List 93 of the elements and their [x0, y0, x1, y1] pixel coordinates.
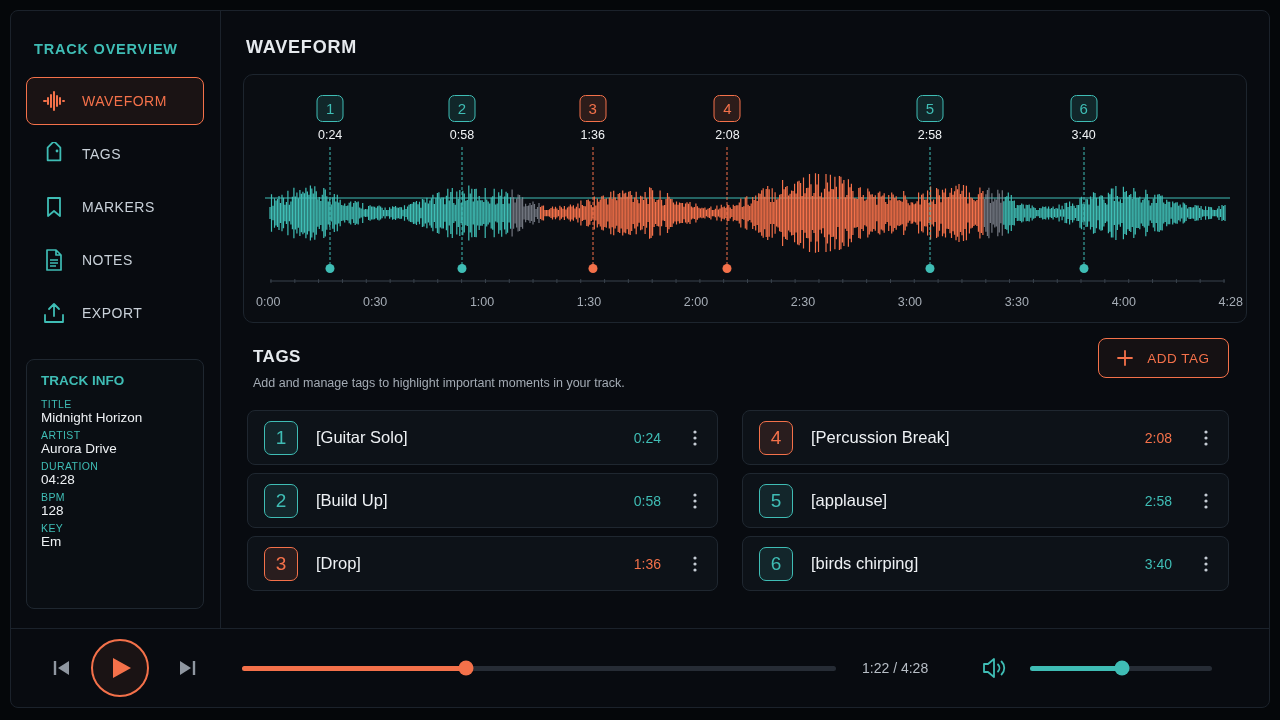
tag-label: [applause]: [811, 491, 888, 510]
marker-dot[interactable]: [925, 264, 935, 273]
play-button[interactable]: [91, 639, 149, 697]
axis-label: 3:00: [897, 295, 923, 309]
field-value: 128: [41, 503, 65, 518]
slider-thumb[interactable]: [458, 660, 474, 676]
tag-time: 3:40: [1144, 555, 1172, 572]
field-label: BPM: [41, 491, 66, 503]
axis-label: 2:00: [683, 295, 709, 309]
plus-icon: [1117, 350, 1134, 366]
previous-button[interactable]: [53, 659, 71, 677]
marker-badge[interactable]: 2: [448, 95, 476, 122]
playback-time: 1:22 / 4:28: [862, 660, 929, 676]
sidebar-title: TRACK OVERVIEW: [34, 41, 179, 57]
marker-time: 2:08: [715, 128, 740, 142]
marker-time: 1:36: [580, 128, 605, 142]
tag-card[interactable]: 4 [Percussion Break] 2:08: [742, 410, 1229, 465]
kebab-icon: [693, 429, 697, 446]
field-value: Aurora Drive: [41, 441, 118, 456]
tag-card[interactable]: 6 [birds chirping] 3:40: [742, 536, 1229, 591]
tag-label: [birds chirping]: [811, 554, 919, 573]
marker-time: 0:24: [318, 128, 343, 142]
tag-time: 1:36: [633, 555, 661, 572]
skip-forward-icon: [178, 659, 196, 677]
tag-time: 0:24: [633, 429, 661, 446]
tag-card[interactable]: 2 [Build Up] 0:58: [247, 473, 718, 528]
kebab-icon: [693, 555, 697, 572]
marker-badge[interactable]: 1: [316, 95, 344, 122]
marker-dot[interactable]: [722, 264, 732, 273]
field-label: DURATION: [41, 460, 100, 472]
tag-label: [Guitar Solo]: [316, 428, 408, 447]
section-title: TAGS: [253, 347, 302, 367]
axis-label: 1:00: [469, 295, 495, 309]
tag-number: 1: [264, 420, 298, 455]
kebab-icon: [1204, 492, 1208, 509]
slider-thumb[interactable]: [1114, 660, 1130, 676]
kebab-icon: [1204, 429, 1208, 446]
tag-time: 2:58: [1144, 492, 1172, 509]
play-icon: [112, 657, 132, 679]
tag-card[interactable]: 1 [Guitar Solo] 0:24: [247, 410, 718, 465]
axis-label: 2:30: [790, 295, 816, 309]
tag-number: 2: [264, 483, 298, 518]
axis-label: 4:28: [1218, 295, 1243, 309]
tag-card[interactable]: 3 [Drop] 1:36: [247, 536, 718, 591]
marker-dot[interactable]: [1079, 264, 1089, 273]
marker-time: 2:58: [917, 128, 943, 142]
volume-slider[interactable]: [1030, 660, 1213, 676]
marker-dot[interactable]: [325, 264, 335, 273]
panel-title: TRACK INFO: [41, 373, 126, 388]
progress-slider[interactable]: [242, 660, 836, 676]
section-subtitle: Add and manage tags to highlight important moments in your track.: [253, 376, 625, 390]
field-value: 04:28: [41, 472, 76, 487]
add-tag-button[interactable]: ADD TAG: [1098, 338, 1229, 378]
axis-label: 1:30: [576, 295, 602, 309]
tag-number: 3: [264, 546, 298, 581]
next-button[interactable]: [178, 659, 196, 677]
axis-label: 3:30: [1004, 295, 1029, 309]
axis-label: 4:00: [1111, 295, 1136, 309]
skip-back-icon: [53, 659, 71, 677]
marker-dot[interactable]: [457, 264, 467, 273]
kebab-icon: [693, 492, 697, 509]
section-title: WAVEFORM: [246, 37, 359, 58]
nav-item[interactable]: NOTES: [26, 236, 204, 284]
marker-time: 3:40: [1071, 128, 1096, 142]
marker-badge[interactable]: 4: [713, 95, 741, 122]
tag-label: [Build Up]: [316, 491, 388, 510]
nav-item[interactable]: WAVEFORM: [26, 77, 204, 125]
field-label: ARTIST: [41, 429, 82, 441]
tag-number: 6: [759, 546, 793, 581]
tag-label: [Drop]: [316, 554, 361, 573]
field-value: Midnight Horizon: [41, 410, 144, 425]
tag-label: [Percussion Break]: [811, 428, 950, 447]
marker-badge[interactable]: 5: [916, 95, 944, 122]
upload-icon: [42, 301, 66, 325]
axis-label: 0:00: [256, 295, 281, 309]
tag-number: 4: [759, 420, 793, 455]
field-label: TITLE: [41, 398, 73, 410]
nav-item[interactable]: TAGS: [26, 130, 204, 178]
waveform-icon: [42, 89, 66, 113]
nav-item[interactable]: EXPORT: [26, 289, 204, 337]
field-value: Em: [41, 534, 63, 549]
nav-item[interactable]: MARKERS: [26, 183, 204, 231]
kebab-icon: [1204, 555, 1208, 572]
axis-label: 0:30: [362, 295, 388, 309]
marker-badge[interactable]: 6: [1070, 95, 1098, 122]
marker-badge[interactable]: 3: [579, 95, 607, 122]
tag-number: 5: [759, 483, 793, 518]
tag-time: 0:58: [633, 492, 661, 509]
tag-time: 2:08: [1144, 429, 1172, 446]
field-label: KEY: [41, 522, 65, 534]
marker-dot[interactable]: [588, 264, 598, 273]
tag-card[interactable]: 5 [applause] 2:58: [742, 473, 1229, 528]
marker-time: 0:58: [449, 128, 475, 142]
